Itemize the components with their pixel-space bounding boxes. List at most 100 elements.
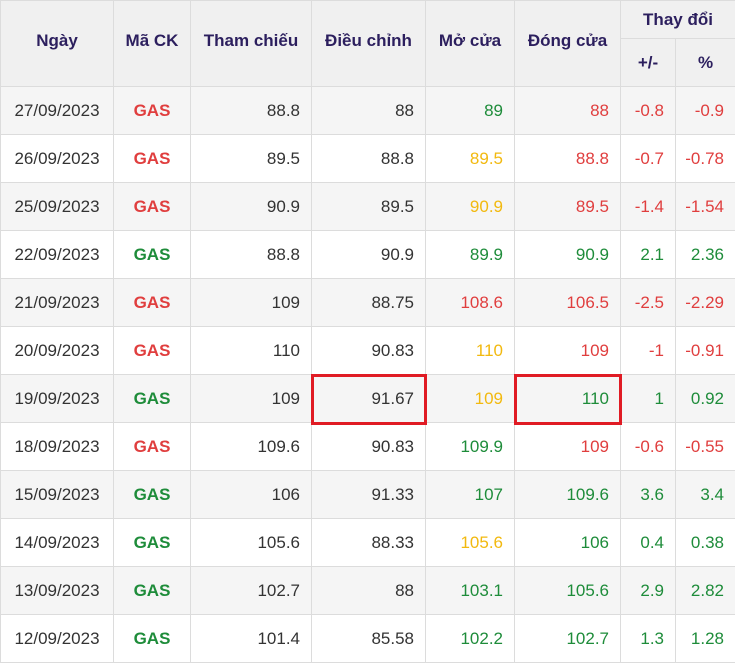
highlight-box xyxy=(310,373,427,425)
cell-ticker: GAS xyxy=(113,614,191,663)
table-row: 14/09/2023 GAS 105.6 88.33 105.6 106 0.4 0.38 xyxy=(0,518,735,567)
cell-reference: 106 xyxy=(190,470,312,519)
cell-change-pct: 1.28 xyxy=(675,614,735,663)
header-date: Ngày xyxy=(0,0,114,87)
price-history-view: Ngày Mã CK Tham chiếu Điều chỉnh Mở cửa … xyxy=(0,0,735,665)
table-row: 21/09/2023 GAS 109 88.75 108.6 106.5 -2.5 -2.29 xyxy=(0,278,735,327)
cell-date: 18/09/2023 xyxy=(0,422,114,471)
cell-date: 25/09/2023 xyxy=(0,182,114,231)
cell-close: 106.5 xyxy=(514,278,621,327)
cell-open: 109.9 xyxy=(425,422,515,471)
cell-reference: 109 xyxy=(190,278,312,327)
cell-open: 102.2 xyxy=(425,614,515,663)
cell-reference: 90.9 xyxy=(190,182,312,231)
cell-close: 89.5 xyxy=(514,182,621,231)
cell-change-abs: -0.7 xyxy=(620,134,676,183)
cell-change-abs: 1 xyxy=(620,374,676,423)
cell-date: 12/09/2023 xyxy=(0,614,114,663)
cell-change-pct: -2.29 xyxy=(675,278,735,327)
cell-date: 19/09/2023 xyxy=(0,374,114,423)
cell-adjusted: 88.75 xyxy=(311,278,426,327)
cell-reference: 105.6 xyxy=(190,518,312,567)
cell-change-pct: 2.82 xyxy=(675,566,735,615)
cell-adjusted: 90.83 xyxy=(311,326,426,375)
cell-ticker: GAS xyxy=(113,374,191,423)
cell-close: 90.9 xyxy=(514,230,621,279)
cell-change-pct: -0.91 xyxy=(675,326,735,375)
table-row: 12/09/2023 GAS 101.4 85.58 102.2 102.7 1.3 1.28 xyxy=(0,614,735,663)
cell-reference: 88.8 xyxy=(190,230,312,279)
cell-close: 88 xyxy=(514,86,621,135)
cell-ticker: GAS xyxy=(113,182,191,231)
cell-change-pct: 2.36 xyxy=(675,230,735,279)
cell-reference: 88.8 xyxy=(190,86,312,135)
cell-change-abs: -1.4 xyxy=(620,182,676,231)
price-history-table: Ngày Mã CK Tham chiếu Điều chỉnh Mở cửa … xyxy=(0,0,735,663)
cell-change-pct: 3.4 xyxy=(675,470,735,519)
cell-open: 89.5 xyxy=(425,134,515,183)
cell-change-pct: 0.92 xyxy=(675,374,735,423)
cell-ticker: GAS xyxy=(113,134,191,183)
table-row: 25/09/2023 GAS 90.9 89.5 90.9 89.5 -1.4 -1.54 xyxy=(0,182,735,231)
header-close: Đóng cửa xyxy=(514,0,621,87)
cell-change-abs: -0.6 xyxy=(620,422,676,471)
header-open: Mở cửa xyxy=(425,0,515,87)
table-row: 22/09/2023 GAS 88.8 90.9 89.9 90.9 2.1 2.36 xyxy=(0,230,735,279)
cell-adjusted: 90.9 xyxy=(311,230,426,279)
header-change: Thay đổi xyxy=(620,0,735,39)
cell-change-abs: -0.8 xyxy=(620,86,676,135)
cell-change-pct: 0.38 xyxy=(675,518,735,567)
cell-ticker: GAS xyxy=(113,518,191,567)
highlight-box xyxy=(513,373,622,425)
cell-open: 110 xyxy=(425,326,515,375)
cell-adjusted: 88 xyxy=(311,86,426,135)
header-change-pct: % xyxy=(675,38,735,87)
cell-change-pct: -0.9 xyxy=(675,86,735,135)
cell-open: 108.6 xyxy=(425,278,515,327)
table-header: Ngày Mã CK Tham chiếu Điều chỉnh Mở cửa … xyxy=(0,0,735,87)
table-row: 20/09/2023 GAS 110 90.83 110 109 -1 -0.91 xyxy=(0,326,735,375)
cell-adjusted: 89.5 xyxy=(311,182,426,231)
cell-reference: 109.6 xyxy=(190,422,312,471)
cell-change-abs: 2.1 xyxy=(620,230,676,279)
cell-date: 22/09/2023 xyxy=(0,230,114,279)
cell-change-pct: -0.55 xyxy=(675,422,735,471)
cell-close: 102.7 xyxy=(514,614,621,663)
cell-adjusted: 90.83 xyxy=(311,422,426,471)
cell-open: 90.9 xyxy=(425,182,515,231)
cell-reference: 102.7 xyxy=(190,566,312,615)
cell-close: 106 xyxy=(514,518,621,567)
cell-reference: 101.4 xyxy=(190,614,312,663)
cell-adjusted: 88.8 xyxy=(311,134,426,183)
cell-change-abs: 2.9 xyxy=(620,566,676,615)
cell-open: 109 xyxy=(425,374,515,423)
cell-ticker: GAS xyxy=(113,230,191,279)
cell-adjusted: 88 xyxy=(311,566,426,615)
cell-ticker: GAS xyxy=(113,326,191,375)
table-row: 13/09/2023 GAS 102.7 88 103.1 105.6 2.9 2.82 xyxy=(0,566,735,615)
cell-change-abs: 1.3 xyxy=(620,614,676,663)
cell-date: 27/09/2023 xyxy=(0,86,114,135)
cell-ticker: GAS xyxy=(113,278,191,327)
cell-adjusted: 85.58 xyxy=(311,614,426,663)
cell-close: 109 xyxy=(514,326,621,375)
cell-date: 21/09/2023 xyxy=(0,278,114,327)
cell-date: 13/09/2023 xyxy=(0,566,114,615)
cell-change-pct: -0.78 xyxy=(675,134,735,183)
cell-change-abs: 0.4 xyxy=(620,518,676,567)
table-row: 18/09/2023 GAS 109.6 90.83 109.9 109 -0.6 -0.55 xyxy=(0,422,735,471)
cell-date: 20/09/2023 xyxy=(0,326,114,375)
cell-change-abs: -1 xyxy=(620,326,676,375)
cell-adjusted: 88.33 xyxy=(311,518,426,567)
table-row: 27/09/2023 GAS 88.8 88 89 88 -0.8 -0.9 xyxy=(0,86,735,135)
cell-reference: 109 xyxy=(190,374,312,423)
cell-close: 109 xyxy=(514,422,621,471)
cell-change-abs: 3.6 xyxy=(620,470,676,519)
cell-ticker: GAS xyxy=(113,86,191,135)
cell-open: 89.9 xyxy=(425,230,515,279)
header-change-abs: +/- xyxy=(620,38,676,87)
cell-adjusted: 91.33 xyxy=(311,470,426,519)
cell-date: 15/09/2023 xyxy=(0,470,114,519)
cell-reference: 89.5 xyxy=(190,134,312,183)
cell-ticker: GAS xyxy=(113,566,191,615)
